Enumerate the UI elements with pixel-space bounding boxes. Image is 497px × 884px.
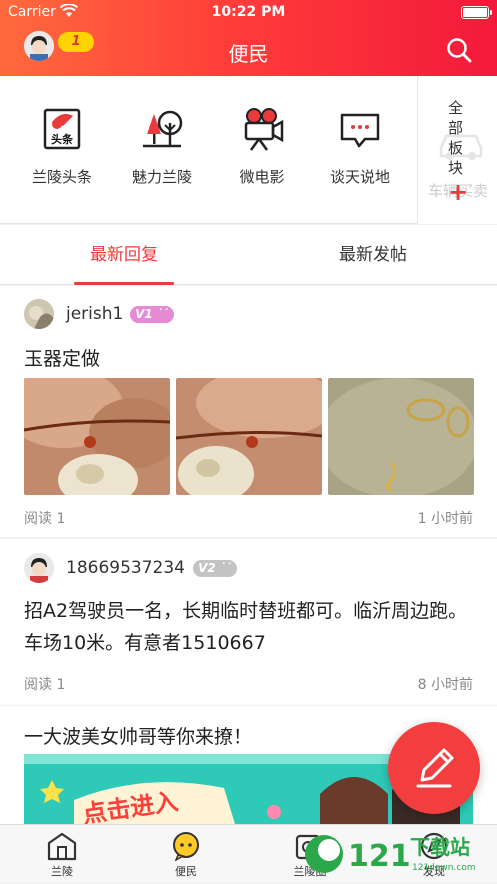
post-time: 8 小时前 xyxy=(417,677,473,693)
post-title[interactable]: 玉器定做 xyxy=(24,344,100,371)
all-boards-button[interactable]: 车辆买卖 全部板块 + xyxy=(417,76,497,224)
chat-bubble-icon xyxy=(335,104,385,154)
tabbar-item-lanling[interactable]: 兰陵 xyxy=(0,825,124,884)
username[interactable]: jerish1 xyxy=(66,304,123,324)
category-toutiao[interactable]: 头条 兰陵头条 xyxy=(17,104,107,187)
headline-icon-text: 头条 xyxy=(51,132,74,146)
level-badge: V1 ˙˙ xyxy=(130,306,174,323)
avatar[interactable] xyxy=(24,553,54,583)
category-label: 魅力兰陵 xyxy=(131,168,192,186)
username[interactable]: 18669537234 xyxy=(66,558,185,578)
headline-icon: 头条 xyxy=(37,104,87,154)
svg-text:121down.com: 121down.com xyxy=(412,863,476,873)
read-count: 阅读 1 xyxy=(24,511,66,527)
ad-title[interactable]: 一大波美女帅哥等你来撩！ xyxy=(24,722,252,749)
search-icon[interactable] xyxy=(445,36,473,64)
avatar[interactable] xyxy=(24,299,54,329)
category-grid: 头条 兰陵头条 魅力兰陵 微电影 谈天说地 车辆买卖 全部板块 + xyxy=(0,76,497,224)
post-image[interactable] xyxy=(24,378,170,495)
tab-latest-posts[interactable]: 最新发帖 xyxy=(249,225,497,285)
post-card[interactable]: jerish1 V1 ˙˙ 玉器定做 阅读 1 1 小时前 xyxy=(0,286,497,537)
trees-icon xyxy=(137,104,187,154)
clock: 10:22 PM xyxy=(211,4,286,20)
read-count: 阅读 1 xyxy=(24,677,66,693)
tabbar-label: 便民 xyxy=(175,865,197,878)
post-body[interactable]: 招A2驾驶员一名，长期临时替班都可。临沂周边跑。车场10米。有意者1510667 xyxy=(24,595,473,659)
level-badge: V2 ˙˙ xyxy=(193,560,237,577)
category-meili[interactable]: 魅力兰陵 xyxy=(117,104,207,187)
category-label: 兰陵头条 xyxy=(31,168,92,186)
chat-bubbles-icon xyxy=(170,831,202,862)
status-bar: Carrier 10:22 PM xyxy=(0,0,497,24)
battery-icon xyxy=(461,6,492,19)
post-image[interactable] xyxy=(328,378,474,495)
category-chat[interactable]: 谈天说地 xyxy=(315,104,405,187)
category-label: 谈天说地 xyxy=(329,168,390,186)
feed-tabs: 最新回复 最新发帖 xyxy=(0,225,497,285)
post-card[interactable]: 18669537234 V2 ˙˙ 招A2驾驶员一名，长期临时替班都可。临沂周边… xyxy=(0,539,497,705)
tabbar-label: 兰陵 xyxy=(51,865,73,878)
watermark-logo: 121 下载站 121down.com xyxy=(305,835,476,874)
app-header: Carrier 10:22 PM 1 便民 xyxy=(0,0,497,76)
page-title: 便民 xyxy=(228,42,269,66)
compose-button[interactable] xyxy=(388,722,480,814)
post-time: 1 小时前 xyxy=(417,511,473,527)
tabbar-item-bianmin[interactable]: 便民 xyxy=(124,825,248,884)
plus-icon: + xyxy=(448,178,469,206)
post-image[interactable] xyxy=(176,378,322,495)
all-boards-label: 全部板块 xyxy=(448,99,464,177)
category-label: 微电影 xyxy=(239,168,285,186)
house-icon xyxy=(46,831,78,861)
svg-text:下载站: 下载站 xyxy=(410,835,470,859)
movie-camera-icon xyxy=(237,104,287,154)
svg-text:121: 121 xyxy=(348,839,411,874)
site-watermark: 121 下载站 121down.com xyxy=(300,826,480,882)
tab-latest-replies[interactable]: 最新回复 xyxy=(0,225,248,285)
pencil-icon xyxy=(416,748,454,788)
category-microfilm[interactable]: 微电影 xyxy=(217,104,307,187)
